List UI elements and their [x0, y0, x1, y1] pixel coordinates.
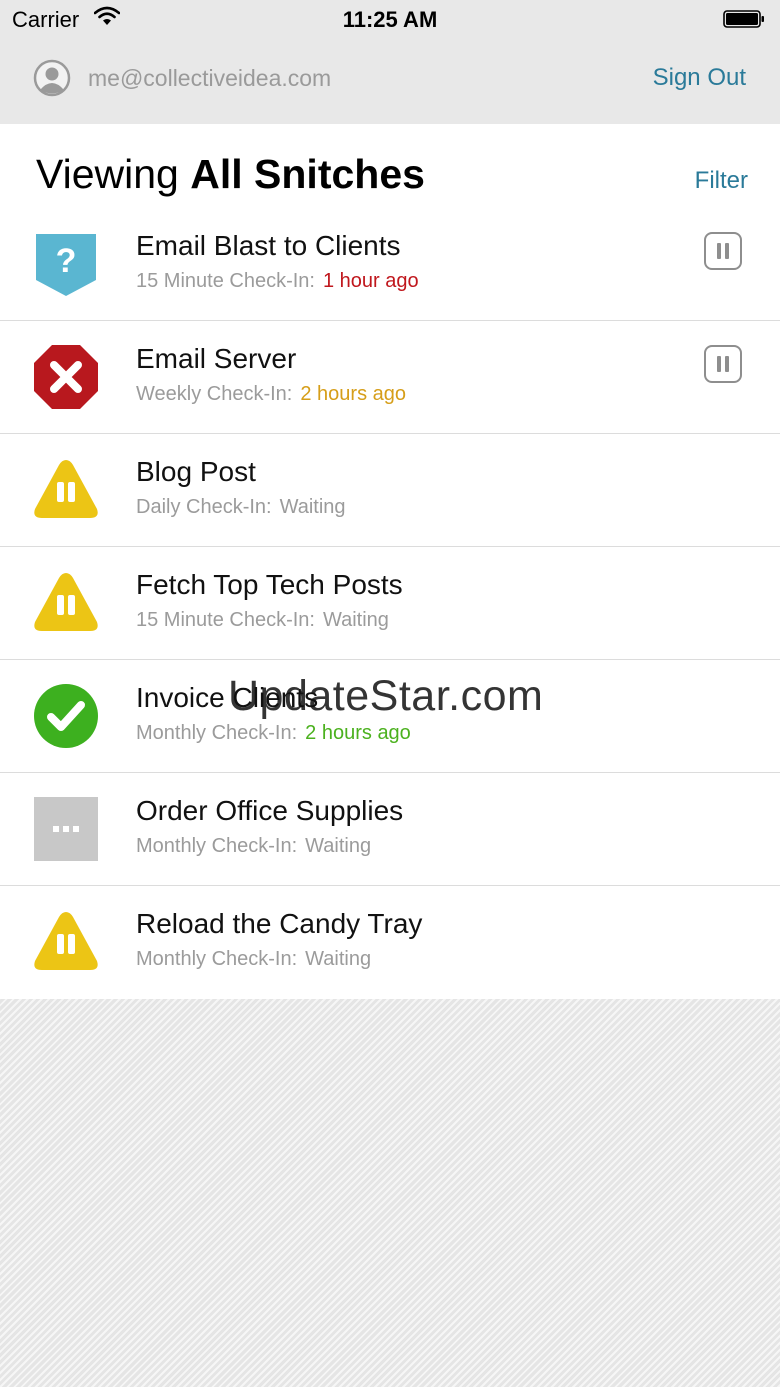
snitch-name: Order Office Supplies: [136, 795, 404, 826]
check-circle-icon: [32, 682, 100, 750]
snitch-checkin: 15 Minute Check-In: 1 hour ago: [136, 270, 419, 293]
svg-text:?: ?: [56, 242, 77, 280]
last-checkin: Waiting: [279, 496, 346, 518]
snitch-name: Email Blast to Clients: [136, 230, 401, 261]
viewing-prefix: Viewing: [36, 151, 179, 197]
paused-warning-icon: [32, 908, 100, 976]
snitch-checkin: Weekly Check-In: 2 hours ago: [136, 383, 406, 406]
snitch-name: Blog Post: [136, 456, 256, 487]
snitch-panel: Viewing All Snitches Filter ? Email Blas…: [0, 124, 780, 999]
checkin-interval: Monthly Check-In:: [136, 722, 298, 744]
top-bar: Carrier 11:25 AM me@collectiveidea.com S…: [0, 0, 780, 124]
status-bar: Carrier 11:25 AM: [0, 0, 780, 40]
snitch-name: Fetch Top Tech Posts: [136, 569, 403, 600]
last-checkin: Waiting: [305, 835, 372, 857]
snitch-checkin: Monthly Check-In: Waiting: [136, 948, 371, 971]
last-checkin: 2 hours ago: [300, 383, 406, 405]
last-checkin: 2 hours ago: [305, 722, 411, 744]
account-bar: me@collectiveidea.com Sign Out: [0, 52, 780, 108]
checkin-interval: Weekly Check-In:: [136, 383, 293, 405]
clock: 11:25 AM: [342, 7, 438, 32]
checkin-interval: Monthly Check-In:: [136, 835, 298, 857]
snitch-list: ? Email Blast to Clients 15 Minute Check…: [0, 208, 780, 998]
user-avatar-icon: [33, 59, 71, 97]
checkin-interval: Monthly Check-In:: [136, 948, 298, 970]
snitch-checkin: Monthly Check-In: Waiting: [136, 835, 371, 858]
snitch-row[interactable]: Order Office Supplies Monthly Check-In: W…: [0, 773, 780, 886]
viewing-name: All Snitches: [190, 151, 425, 197]
paused-warning-icon: [32, 456, 100, 524]
snitch-row[interactable]: Reload the Candy Tray Monthly Check-In: W…: [0, 886, 780, 998]
snitch-checkin: Monthly Check-In: 2 hours ago: [136, 722, 411, 745]
last-checkin: Waiting: [322, 609, 389, 631]
last-checkin: Waiting: [305, 948, 372, 970]
snitch-checkin: 15 Minute Check-In: Waiting: [136, 609, 389, 632]
snitch-name: Email Server: [136, 343, 297, 374]
pause-button-icon[interactable]: [704, 232, 742, 270]
checkin-interval: 15 Minute Check-In:: [136, 270, 315, 292]
snitch-row[interactable]: Blog Post Daily Check-In: Waiting: [0, 434, 780, 547]
filter-button[interactable]: Filter: [695, 167, 748, 195]
snitch-row[interactable]: Invoice Clients Monthly Check-In: 2 hours…: [0, 660, 780, 773]
snitch-row[interactable]: ? Email Blast to Clients 15 Minute Check…: [0, 208, 780, 321]
error-octagon-icon: [32, 343, 100, 411]
page-title: Viewing All Snitches: [36, 151, 425, 198]
snitch-row[interactable]: Fetch Top Tech Posts 15 Minute Check-In:…: [0, 547, 780, 660]
snitch-name: Reload the Candy Tray: [136, 908, 423, 939]
paused-warning-icon: [32, 569, 100, 637]
pending-dots-icon: [32, 795, 100, 863]
snitch-row[interactable]: Email Server Weekly Check-In: 2 hours ago: [0, 321, 780, 434]
snitch-checkin: Daily Check-In: Waiting: [136, 496, 346, 519]
battery-full-icon: [723, 10, 764, 28]
snitch-name: Invoice Clients: [136, 682, 319, 713]
account-email: me@collectiveidea.com: [88, 65, 332, 91]
pause-button-icon[interactable]: [704, 345, 742, 383]
question-badge-icon: ?: [32, 230, 100, 298]
sign-out-link[interactable]: Sign Out: [653, 64, 746, 92]
last-checkin: 1 hour ago: [322, 270, 419, 292]
checkin-interval: Daily Check-In:: [136, 496, 272, 518]
checkin-interval: 15 Minute Check-In:: [136, 609, 315, 631]
